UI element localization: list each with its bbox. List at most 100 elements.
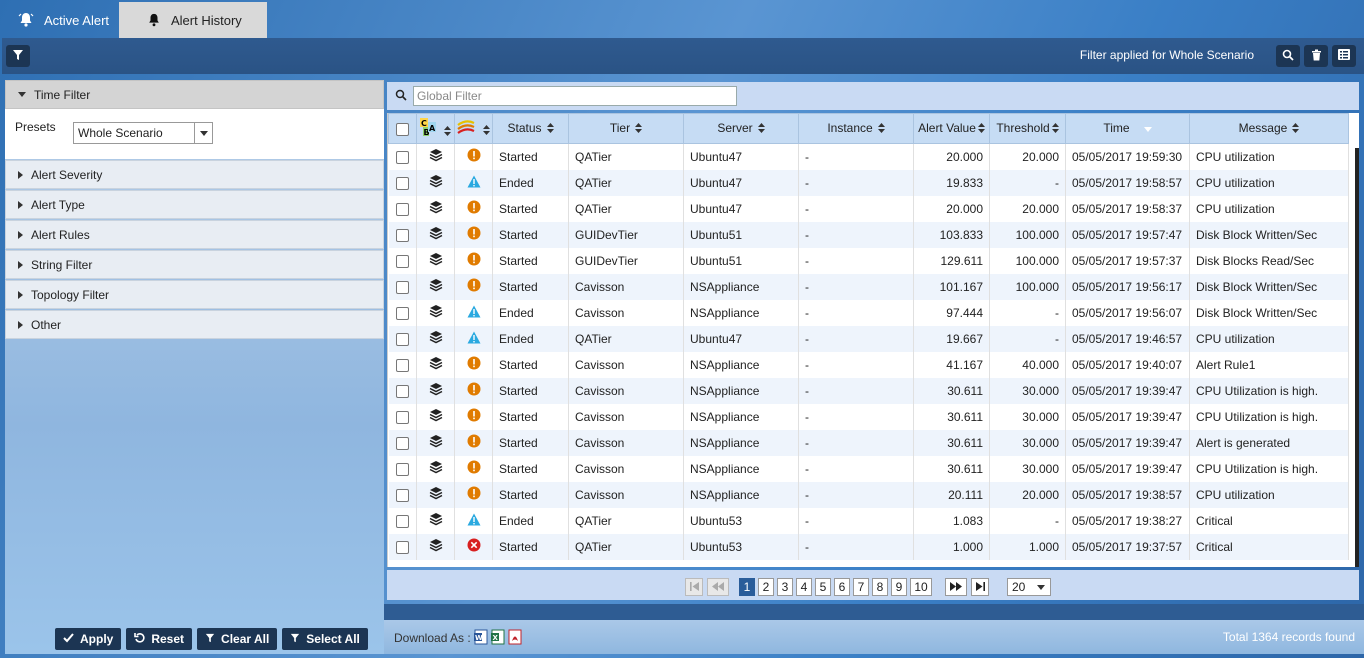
table-row[interactable]: Started GUIDevTier Ubuntu51-129.611 100.000… [388,247,1349,274]
table-row[interactable]: Started QATier Ubuntu47-20.000 20.000 05/05/… [388,195,1349,222]
layers-cell[interactable] [416,143,455,170]
row-checkbox[interactable] [395,488,409,502]
row-checkbox[interactable] [395,306,409,320]
pdf-icon[interactable] [508,629,522,645]
page-button-8[interactable]: 8 [872,578,888,596]
row-checkbox[interactable] [395,540,409,554]
layers-cell[interactable] [416,481,455,508]
layers-icon[interactable] [429,253,443,269]
layers-cell[interactable] [416,221,455,248]
row-checkbox[interactable] [395,228,409,242]
page-button-10[interactable]: 10 [910,578,932,596]
select-all-button[interactable]: Select All [282,628,368,650]
layers-icon[interactable] [429,331,443,347]
row-checkbox-cell[interactable] [388,507,417,534]
table-scrollbar[interactable] [1355,148,1359,567]
layers-cell[interactable] [416,403,455,430]
row-checkbox[interactable] [395,202,409,216]
row-checkbox[interactable] [395,358,409,372]
page-button-5[interactable]: 5 [815,578,831,596]
row-checkbox-cell[interactable] [388,247,417,274]
table-row[interactable]: Ended Cavisson NSAppliance -97.444-05/05/20… [388,299,1349,326]
excel-icon[interactable]: X [491,629,505,645]
row-checkbox-cell[interactable] [388,169,417,196]
column-header-alert-value[interactable]: Alert Value [913,113,990,144]
page-button-4[interactable]: 4 [796,578,812,596]
column-header-cba[interactable]: CBA [416,113,455,144]
layers-cell[interactable] [416,247,455,274]
table-row[interactable]: Started QATier Ubuntu47-20.000 20.000 05/05/… [388,143,1349,170]
column-header-severity[interactable] [454,113,493,144]
select-all-checkbox[interactable] [396,122,409,136]
page-button-2[interactable]: 2 [758,578,774,596]
table-row[interactable]: Started Cavisson NSAppliance -30.611 30.000 0… [388,403,1349,430]
time-filter-header[interactable]: Time Filter [5,80,384,109]
layers-cell[interactable] [416,169,455,196]
layers-icon[interactable] [429,305,443,321]
layers-cell[interactable] [416,351,455,378]
layers-icon[interactable] [429,357,443,373]
row-checkbox[interactable] [395,436,409,450]
table-row[interactable]: Started Cavisson NSAppliance -20.111 20.000 0… [388,481,1349,508]
row-checkbox-cell[interactable] [388,299,417,326]
apply-button[interactable]: Apply [55,628,122,650]
layers-cell[interactable] [416,299,455,326]
row-checkbox-cell[interactable] [388,429,417,456]
next-page-button[interactable] [945,578,967,596]
table-row[interactable]: Started Cavisson NSAppliance -30.611 30.000 0… [388,377,1349,404]
column-header-time[interactable]: Time [1065,113,1190,144]
global-filter-input[interactable] [413,86,737,106]
layers-icon[interactable] [429,513,443,529]
page-size-select[interactable]: 20 [1007,578,1051,596]
row-checkbox[interactable] [395,384,409,398]
layers-icon[interactable] [429,461,443,477]
table-row[interactable]: Started Cavisson NSAppliance -41.167 40.000 0… [388,351,1349,378]
column-header-status[interactable]: Status [492,113,569,144]
row-checkbox[interactable] [395,462,409,476]
layers-icon[interactable] [429,279,443,295]
tab-active-alert[interactable]: Active Alert [2,2,119,38]
table-row[interactable]: Ended QATier Ubuntu47-19.667-05/05/2017 19… [388,325,1349,352]
layers-cell[interactable] [416,325,455,352]
table-row[interactable]: Started Cavisson NSAppliance -101.167 100.00… [388,273,1349,300]
table-row[interactable]: Ended QATier Ubuntu53-1.083-05/05/2017 19:… [388,507,1349,534]
section-string-filter[interactable]: String Filter [5,250,384,279]
presets-select[interactable]: Whole Scenario [73,122,213,144]
row-checkbox[interactable] [395,150,409,164]
layers-cell[interactable] [416,507,455,534]
row-checkbox[interactable] [395,410,409,424]
table-row[interactable]: Started QATier Ubuntu53-1.000 1.000 05/05/20… [388,533,1349,560]
row-checkbox-cell[interactable] [388,325,417,352]
page-button-7[interactable]: 7 [853,578,869,596]
word-icon[interactable]: W [474,629,488,645]
layers-icon[interactable] [429,409,443,425]
list-view-button[interactable] [1332,45,1356,67]
select-all-checkbox-cell[interactable] [388,113,417,144]
table-row[interactable]: Ended QATier Ubuntu47-19.833-05/05/2017 19… [388,169,1349,196]
column-header-tier[interactable]: Tier [568,113,684,144]
row-checkbox-cell[interactable] [388,221,417,248]
row-checkbox-cell[interactable] [388,455,417,482]
layers-icon[interactable] [429,539,443,555]
row-checkbox-cell[interactable] [388,143,417,170]
layers-icon[interactable] [429,201,443,217]
prev-page-button[interactable] [707,578,729,596]
page-button-1[interactable]: 1 [739,578,755,596]
column-header-message[interactable]: Message [1189,113,1349,144]
row-checkbox-cell[interactable] [388,195,417,222]
section-other[interactable]: Other [5,310,384,339]
layers-icon[interactable] [429,149,443,165]
row-checkbox[interactable] [395,280,409,294]
row-checkbox-cell[interactable] [388,533,417,560]
clear-all-button[interactable]: Clear All [197,628,278,650]
layers-icon[interactable] [429,487,443,503]
row-checkbox[interactable] [395,176,409,190]
table-row[interactable]: Started GUIDevTier Ubuntu51-103.833 100.000… [388,221,1349,248]
last-page-button[interactable] [971,578,989,596]
section-topology-filter[interactable]: Topology Filter [5,280,384,309]
row-checkbox-cell[interactable] [388,351,417,378]
layers-cell[interactable] [416,273,455,300]
first-page-button[interactable] [685,578,703,596]
page-button-3[interactable]: 3 [777,578,793,596]
column-header-threshold[interactable]: Threshold [989,113,1066,144]
